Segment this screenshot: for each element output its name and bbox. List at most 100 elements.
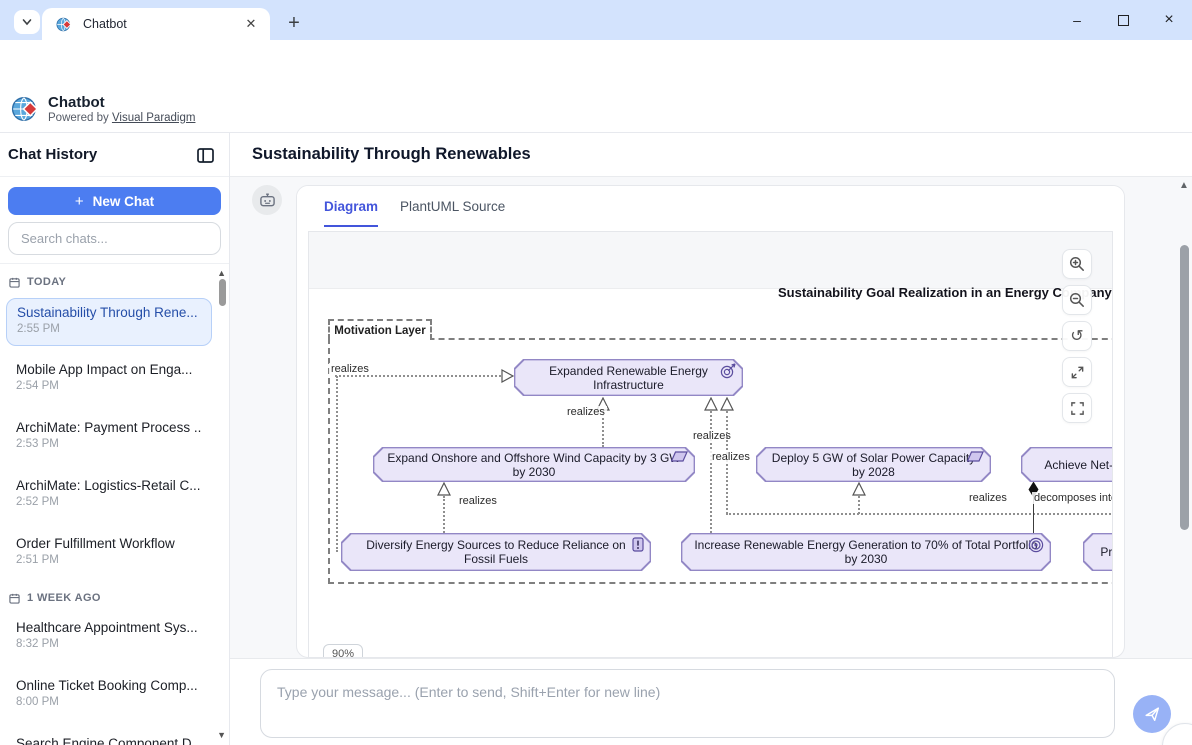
sidebar-collapse-icon[interactable]	[195, 145, 215, 165]
fullscreen-button[interactable]	[1062, 393, 1092, 423]
new-tab-button[interactable]: +	[280, 9, 308, 37]
chat-item-title: Order Fulfillment Workflow	[16, 536, 202, 551]
tab-plantuml-source[interactable]: PlantUML Source	[400, 199, 505, 214]
chat-item-title: ArchiMate: Payment Process ...	[16, 420, 202, 435]
tab-title: Chatbot	[83, 17, 242, 31]
sidebar-scrollbar-up-icon[interactable]: ▲	[217, 268, 226, 278]
diagram-node-outcome[interactable]: Expanded Renewable Energy Infrastructure	[514, 359, 743, 396]
favicon-visual-paradigm	[56, 16, 73, 33]
browser-titlebar: Chatbot ✕ + – ×	[0, 0, 1192, 40]
plus-icon: +	[75, 193, 84, 210]
chat-list-item[interactable]: Healthcare Appointment Sys... 8:32 PM	[6, 614, 212, 662]
calendar-icon	[9, 593, 20, 604]
motivation-layer-label: Motivation Layer	[328, 319, 432, 340]
chat-list-item[interactable]: Online Ticket Booking Comp... 8:00 PM	[6, 672, 212, 720]
chat-list-item[interactable]: ArchiMate: Logistics-Retail C... 2:52 PM	[6, 472, 212, 520]
page-title: Sustainability Through Renewables	[252, 145, 531, 164]
edge-label-decomposes: decomposes into	[1032, 492, 1113, 504]
diagram-node-requirement[interactable]: Expand Onshore and Offshore Wind Capacit…	[373, 447, 695, 482]
node-label: Diversify Energy Sources to Reduce Relia…	[342, 534, 649, 569]
section-header-week-ago: 1 WEEK AGO	[9, 588, 229, 608]
chat-item-time: 2:53 PM	[16, 438, 202, 450]
chat-list-item[interactable]: ArchiMate: Payment Process ... 2:53 PM	[6, 414, 212, 462]
card-tabbar: Diagram PlantUML Source	[297, 186, 1124, 232]
chat-item-title: Sustainability Through Rene...	[17, 305, 201, 320]
goal-icon	[1028, 537, 1044, 553]
app-title: Chatbot	[48, 94, 105, 111]
requirement-icon	[671, 451, 688, 462]
diagram-node-clipped[interactable]: Prior	[1083, 533, 1113, 571]
message-input-bar	[230, 658, 1192, 745]
realization-arrowhead	[704, 397, 718, 411]
zoom-out-button[interactable]	[1062, 285, 1092, 315]
app-header: Chatbot Powered by Visual Paradigm More …	[0, 85, 1192, 133]
realization-arrowhead	[720, 397, 734, 411]
diagram-viewport[interactable]: Sustainability Goal Realization in an En…	[308, 231, 1113, 658]
node-label: Achieve Net-Zer	[1022, 448, 1113, 480]
message-input[interactable]	[260, 669, 1115, 738]
calendar-icon	[9, 277, 20, 288]
expand-button[interactable]	[1062, 357, 1092, 387]
sidebar-scrollbar-down-icon[interactable]: ▼	[217, 730, 226, 740]
main-titlebar: Sustainability Through Renewables	[230, 133, 1192, 177]
close-button[interactable]: ×	[1146, 0, 1192, 40]
edge-label-realizes: realizes	[710, 451, 752, 463]
node-label: Deploy 5 GW of Solar Power Capacity by 2…	[757, 448, 989, 480]
diagram-node-principle[interactable]: Diversify Energy Sources to Reduce Relia…	[341, 533, 651, 571]
browser-tab[interactable]: Chatbot ✕	[42, 8, 270, 40]
node-label: Expanded Renewable Energy Infrastructure	[515, 360, 741, 394]
section-header-today: TODAY	[9, 272, 229, 292]
tab-diagram[interactable]: Diagram	[324, 199, 378, 227]
chat-list: TODAY Sustainability Through Rene... 2:5…	[0, 263, 229, 745]
edge-realization	[335, 375, 501, 377]
main-scrollbar-thumb[interactable]	[1180, 245, 1189, 530]
realization-arrowhead	[852, 482, 866, 496]
requirement-icon	[967, 451, 984, 462]
new-chat-button[interactable]: + New Chat	[8, 187, 221, 215]
tab-close-icon[interactable]: ✕	[242, 15, 260, 33]
node-label: Expand Onshore and Offshore Wind Capacit…	[374, 448, 693, 480]
chat-item-time: 2:51 PM	[16, 554, 202, 566]
visual-paradigm-link[interactable]: Visual Paradigm	[112, 112, 196, 124]
diagram-card: Diagram PlantUML Source Sustainability G…	[296, 185, 1125, 658]
node-label: Prior	[1084, 534, 1113, 569]
diagram-node-requirement[interactable]: Deploy 5 GW of Solar Power Capacity by 2…	[756, 447, 991, 482]
diagram-node-clipped[interactable]: Achieve Net-Zer	[1021, 447, 1113, 482]
edge-realization	[858, 496, 860, 514]
chat-list-item[interactable]: Search Engine Component D...	[6, 730, 212, 745]
chat-item-title: Healthcare Appointment Sys...	[16, 620, 202, 635]
reset-zoom-button[interactable]: ↺	[1062, 321, 1092, 351]
principle-icon	[632, 537, 644, 552]
zoom-in-button[interactable]	[1062, 249, 1092, 279]
chat-item-title: ArchiMate: Logistics-Retail C...	[16, 478, 202, 493]
chat-item-title: Mobile App Impact on Enga...	[16, 362, 202, 377]
edge-realization	[336, 376, 338, 552]
chat-list-item[interactable]: Order Fulfillment Workflow 2:51 PM	[6, 530, 212, 578]
window-controls: – ×	[1054, 0, 1192, 40]
chat-item-time: 2:55 PM	[17, 323, 201, 335]
minimize-button[interactable]: –	[1054, 0, 1100, 40]
chat-list-item[interactable]: Mobile App Impact on Enga... 2:54 PM	[6, 356, 212, 404]
realization-arrowhead	[437, 482, 451, 496]
maximize-button[interactable]	[1100, 0, 1146, 40]
section-label: TODAY	[27, 276, 66, 288]
section-label: 1 WEEK AGO	[27, 592, 101, 604]
edge-label-realizes: realizes	[967, 492, 1009, 504]
send-button[interactable]	[1133, 695, 1171, 733]
viewport-header-strip	[309, 232, 1112, 289]
edge-label-realizes: realizes	[565, 406, 607, 418]
main-scrollbar-up-icon[interactable]: ▲	[1179, 180, 1189, 191]
main-content: Diagram PlantUML Source Sustainability G…	[230, 177, 1192, 658]
chat-list-item[interactable]: Sustainability Through Rene... 2:55 PM	[6, 298, 212, 346]
outcome-icon	[720, 363, 736, 379]
diagram-node-goal[interactable]: Increase Renewable Energy Generation to …	[681, 533, 1051, 571]
tab-search-chevron-icon[interactable]	[14, 10, 40, 34]
node-label: Increase Renewable Energy Generation to …	[682, 534, 1049, 569]
search-input[interactable]	[8, 222, 221, 255]
app-window: Chatbot ✕ + – × ← → ↻ ai-toolbox.visual-…	[0, 0, 1192, 745]
sidebar-header: Chat History	[0, 133, 229, 177]
powered-by-prefix: Powered by	[48, 112, 112, 124]
chat-item-title: Online Ticket Booking Comp...	[16, 678, 202, 693]
chat-item-time: 2:52 PM	[16, 496, 202, 508]
sidebar-scrollbar-thumb[interactable]	[219, 279, 226, 306]
